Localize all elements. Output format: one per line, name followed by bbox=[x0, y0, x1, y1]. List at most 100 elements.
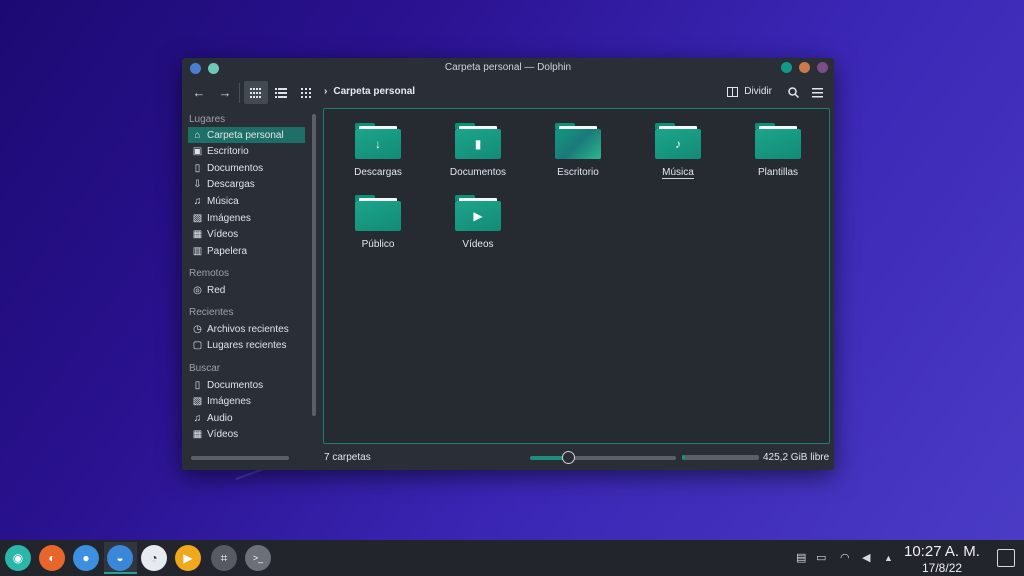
folder-icon: ▮ bbox=[455, 123, 501, 159]
sidebar-item[interactable]: ▥ Papelera bbox=[188, 243, 305, 259]
sidebar-item-label: Red bbox=[207, 284, 226, 296]
sidebar-item[interactable]: ▣ Escritorio bbox=[188, 144, 305, 160]
image-icon: ▧ bbox=[192, 212, 203, 224]
image-icon: ▧ bbox=[192, 396, 203, 408]
sidebar-scrollbar[interactable] bbox=[312, 114, 316, 416]
clipboard-icon[interactable]: ▤ bbox=[796, 551, 806, 564]
menu-button[interactable] bbox=[808, 81, 826, 104]
dolphin-window: Carpeta personal — Dolphin ← → › Carpeta… bbox=[182, 58, 834, 470]
music-icon: ♫ bbox=[193, 195, 202, 207]
sidebar-item[interactable]: ▦ Vídeos bbox=[188, 227, 305, 243]
zoom-slider-handle[interactable] bbox=[561, 451, 575, 464]
sidebar-header-places: Lugares bbox=[189, 114, 226, 125]
close-button[interactable] bbox=[817, 62, 828, 73]
wifi-icon[interactable]: ◠ bbox=[840, 551, 850, 564]
folder-count: 7 carpetas bbox=[324, 452, 371, 463]
minimize-button[interactable] bbox=[781, 62, 792, 73]
sidebar-item-label: Vídeos bbox=[207, 429, 239, 441]
search-icon bbox=[787, 87, 799, 98]
battery-icon[interactable]: ▭ bbox=[816, 551, 826, 564]
details-view-button[interactable] bbox=[295, 81, 317, 104]
sidebar-item-label: Documentos bbox=[207, 162, 264, 174]
sidebar-item-label: Documentos bbox=[207, 379, 264, 391]
app-launcher-icon[interactable]: ◉ bbox=[5, 545, 31, 571]
zoom-slider[interactable] bbox=[530, 451, 676, 464]
folder-item[interactable]: Escritorio bbox=[528, 115, 628, 181]
icons-view-button[interactable] bbox=[244, 81, 268, 104]
sidebar-item[interactable]: ⇩ Descargas bbox=[188, 177, 305, 193]
volume-icon[interactable]: ◀ bbox=[862, 551, 870, 564]
music-icon: ♫ bbox=[193, 412, 202, 424]
search-button[interactable] bbox=[784, 81, 802, 104]
sidebar-item-label: Descargas bbox=[207, 179, 255, 191]
toolbar: ← → › Carpeta personal Dividir bbox=[182, 78, 834, 108]
chevron-right-icon: › bbox=[324, 86, 328, 97]
desktop-icon: ▣ bbox=[192, 146, 203, 158]
download-icon: ⇩ bbox=[193, 179, 202, 191]
grid-icon bbox=[250, 87, 261, 98]
split-label: Dividir bbox=[744, 86, 772, 97]
network-icon: ◎ bbox=[193, 284, 202, 296]
back-button[interactable]: ← bbox=[188, 81, 210, 104]
document-icon: ▯ bbox=[194, 162, 201, 174]
sidebar-item[interactable]: ▢ Lugares recientes bbox=[188, 338, 305, 354]
screenshot-icon[interactable]: ⌗ bbox=[211, 545, 237, 571]
clock-date[interactable]: 17/8/22 bbox=[922, 561, 962, 575]
clock-icon: ◷ bbox=[193, 323, 202, 335]
folder-icon: ↓ bbox=[355, 123, 401, 159]
sidebar-header-remote: Remotos bbox=[189, 268, 230, 279]
sidebar-item[interactable]: ♫ Música bbox=[188, 193, 305, 209]
file-view[interactable]: ↓ Descargas ▮ Documentos Escritorio ♪ Música Pl… bbox=[323, 108, 830, 444]
free-space-label: 425,2 GiB libre bbox=[763, 452, 830, 463]
folder-label: Descargas bbox=[354, 167, 402, 178]
hamburger-menu-icon bbox=[811, 87, 823, 97]
sidebar-item[interactable]: ▧ Imágenes bbox=[188, 394, 305, 410]
window-title: Carpeta personal — Dolphin bbox=[444, 62, 572, 73]
folder-item[interactable]: ▶ Vídeos bbox=[428, 187, 528, 253]
sidebar-item-label: Lugares recientes bbox=[207, 340, 287, 352]
sidebar-item[interactable]: ▯ Documentos bbox=[188, 160, 305, 176]
folder-item[interactable]: Público bbox=[328, 187, 428, 253]
folder-item[interactable]: ▮ Documentos bbox=[428, 115, 528, 181]
split-button[interactable]: Dividir bbox=[727, 86, 772, 97]
folder-clock-icon: ▢ bbox=[192, 340, 203, 352]
compact-view-button[interactable] bbox=[270, 81, 292, 104]
clock-time[interactable]: 10:27 A. M. bbox=[904, 543, 980, 560]
sidebar-item[interactable]: ▯ Documentos bbox=[188, 377, 305, 393]
arrow-right-icon: → bbox=[218, 85, 232, 100]
firefox-icon[interactable]: ◐ bbox=[39, 545, 65, 571]
folder-label: Plantillas bbox=[757, 167, 799, 178]
sidebar-item-label: Audio bbox=[207, 412, 233, 424]
sidebar-item-label: Imágenes bbox=[207, 396, 251, 408]
terminal-icon[interactable]: >_ bbox=[245, 545, 271, 571]
forward-button[interactable]: → bbox=[214, 81, 236, 104]
sidebar-item[interactable]: ♫ Audio bbox=[188, 410, 305, 426]
document-icon: ▯ bbox=[194, 379, 201, 391]
breadcrumb-item[interactable]: Carpeta personal bbox=[333, 86, 415, 97]
folder-icon bbox=[555, 123, 601, 159]
sidebar-item[interactable]: ▧ Imágenes bbox=[188, 210, 305, 226]
toggle-app-icon[interactable]: ● bbox=[73, 545, 99, 571]
video-icon: ▦ bbox=[192, 229, 203, 241]
folder-item[interactable]: Plantillas bbox=[728, 115, 828, 181]
folder-icon bbox=[355, 195, 401, 231]
folder-item[interactable]: ♪ Música bbox=[628, 115, 728, 181]
folder-icon: ▶ bbox=[455, 195, 501, 231]
maximize-button[interactable] bbox=[799, 62, 810, 73]
sidebar-item[interactable]: ◎ Red bbox=[188, 282, 305, 298]
sidebar-item[interactable]: ◷ Archivos recientes bbox=[188, 321, 305, 337]
sidebar-item[interactable]: ⌂ Carpeta personal bbox=[188, 127, 305, 143]
media-player-icon[interactable]: ▶ bbox=[175, 545, 201, 571]
folder-label: Documentos bbox=[449, 167, 507, 178]
disk-app-icon[interactable]: ◔ bbox=[141, 545, 167, 571]
list-icon bbox=[275, 87, 287, 98]
show-desktop-button[interactable] bbox=[997, 549, 1015, 567]
folder-item[interactable]: ↓ Descargas bbox=[328, 115, 428, 181]
dolphin-icon[interactable]: ◒ bbox=[107, 545, 133, 571]
breadcrumb[interactable]: › Carpeta personal bbox=[324, 86, 415, 97]
split-view-icon bbox=[727, 86, 739, 97]
sidebar-item[interactable]: ▦ Vídeos bbox=[188, 427, 305, 443]
titlebar[interactable]: Carpeta personal — Dolphin bbox=[182, 58, 834, 78]
expand-tray-icon[interactable]: ▲ bbox=[884, 553, 893, 563]
video-icon: ▦ bbox=[192, 429, 203, 441]
